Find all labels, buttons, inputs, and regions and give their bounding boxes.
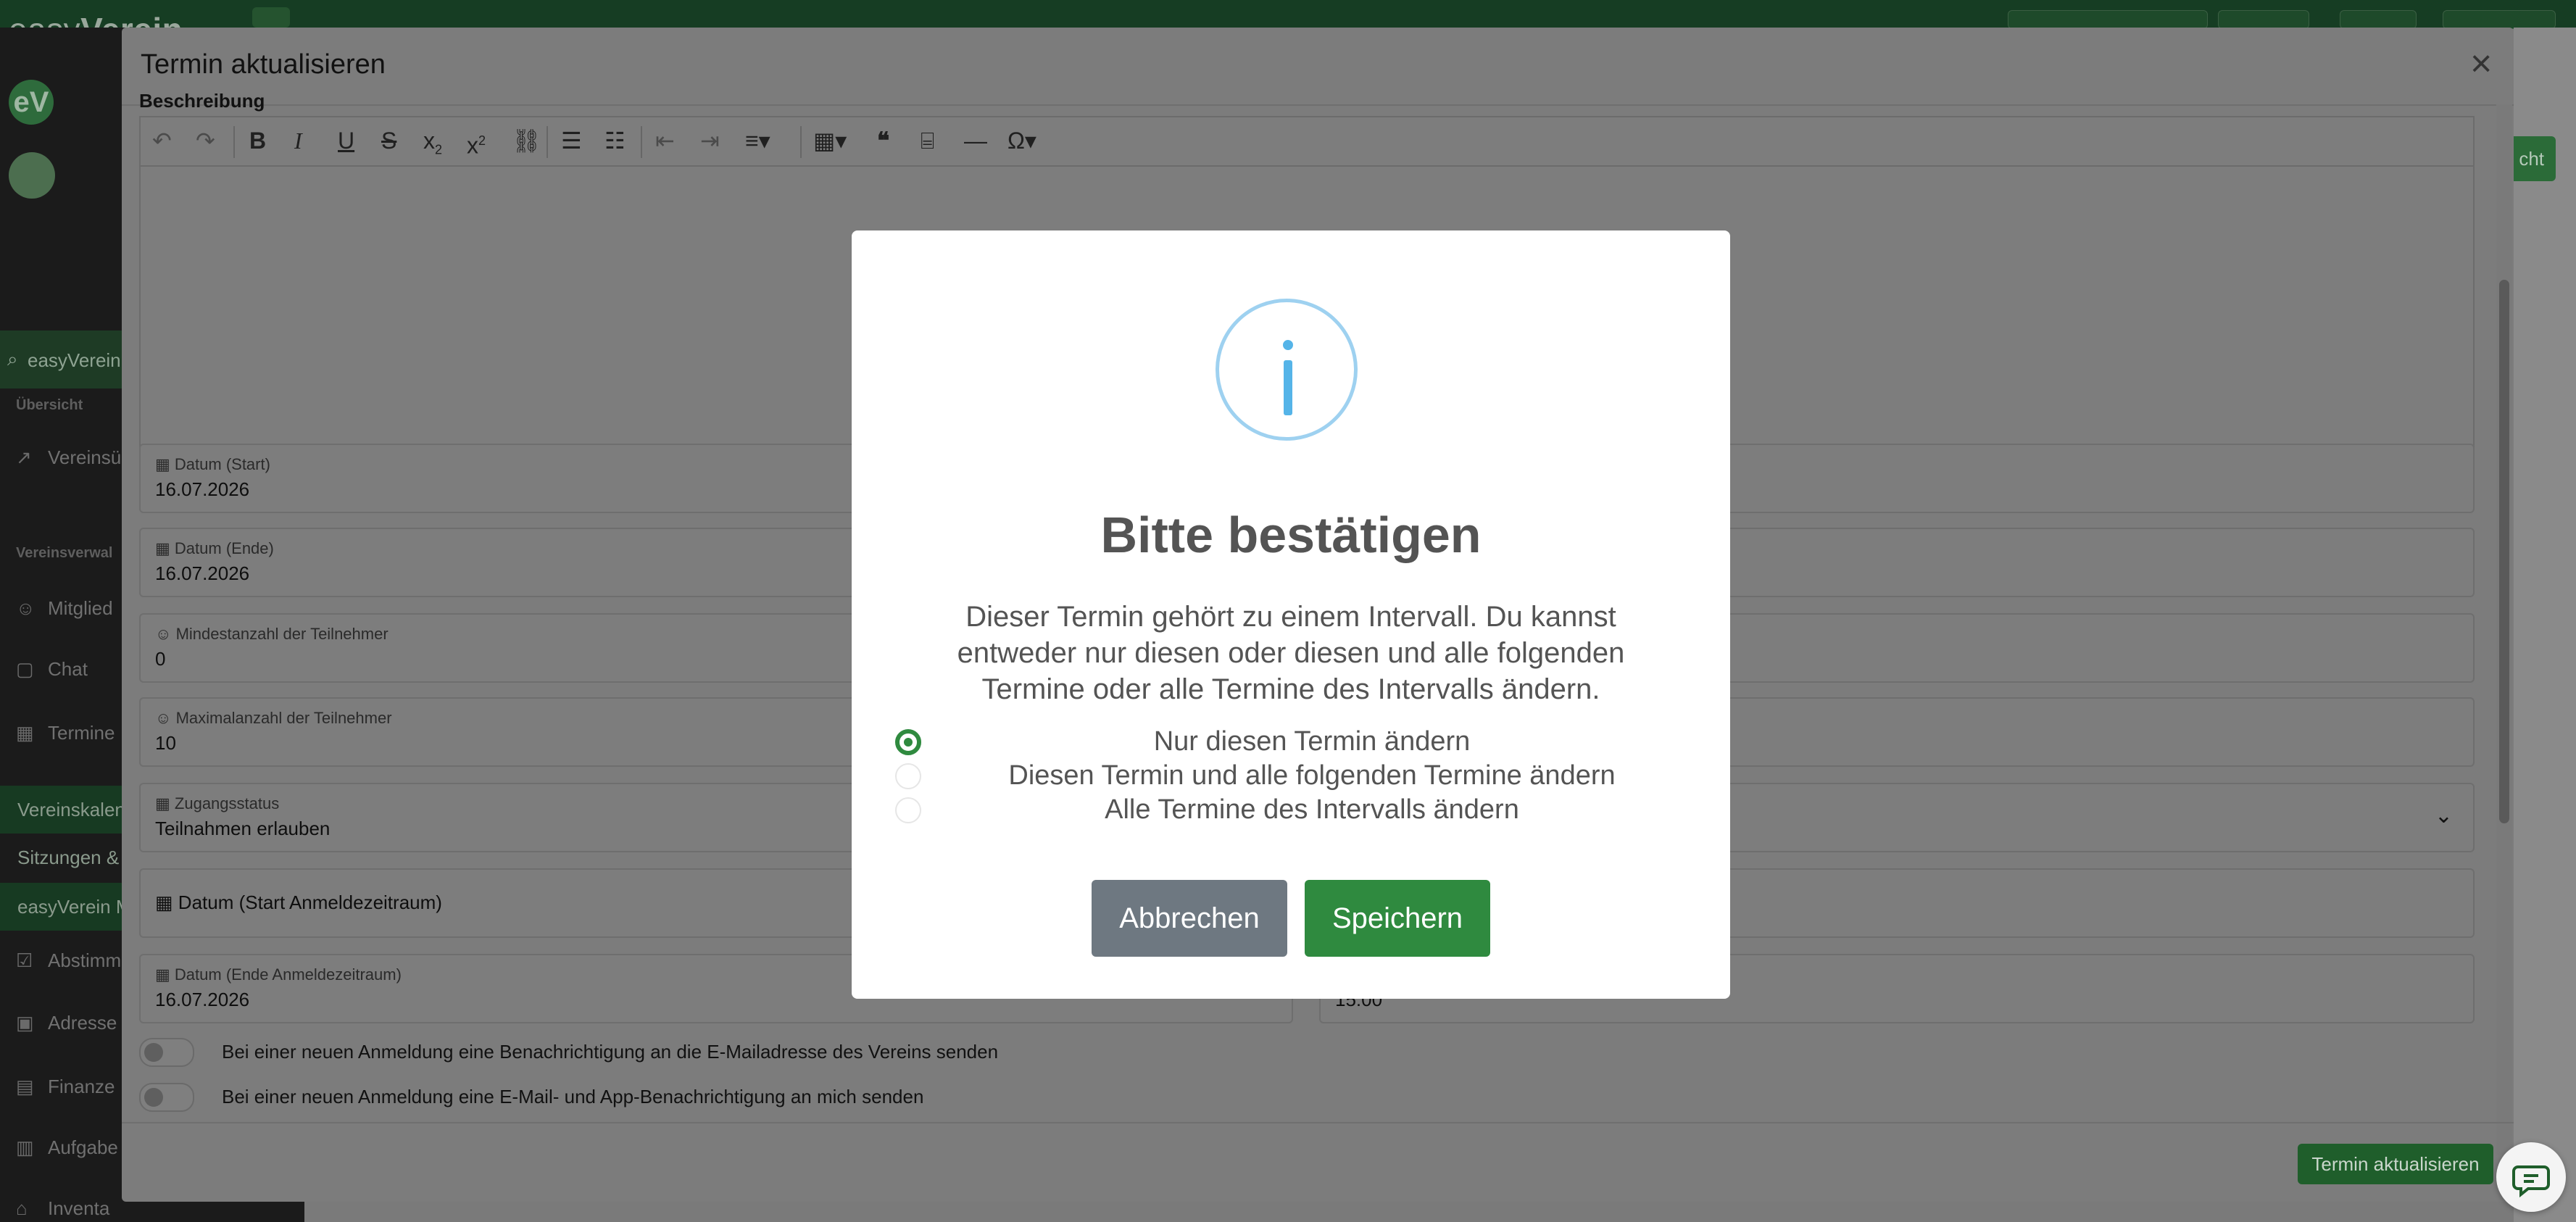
modal-title: Termin aktualisieren (141, 49, 386, 80)
notify-me-label: Bei einer neuen Anmeldung eine E-Mail- u… (222, 1086, 924, 1107)
notify-me-toggle[interactable] (139, 1083, 194, 1112)
option-this-and-following-radio[interactable] (895, 763, 921, 789)
close-icon[interactable]: × (2470, 45, 2492, 83)
option-this-event[interactable]: Nur diesen Termin ändern (895, 725, 1685, 758)
notify-club-email-label: Bei einer neuen Anmeldung eine Benachric… (222, 1041, 999, 1063)
users-icon: ☺ (16, 597, 36, 619)
calendar-icon: ▦ (16, 722, 34, 744)
table-icon[interactable]: ▦▾ (813, 128, 847, 154)
access-status-label: ▦ Zugangsstatus (155, 794, 280, 812)
option-all-events-label: Alle Termine des Intervalls ändern (1105, 794, 1519, 825)
search-icon: ⌕ (7, 348, 18, 370)
chart-icon: ↗ (16, 446, 32, 468)
date-end-label: ▦ Datum (Ende) (155, 539, 274, 557)
money-icon: ▤ (16, 1076, 34, 1097)
calendar-icon: ▦ (155, 794, 175, 812)
description-label: Beschreibung (139, 90, 265, 112)
option-all-events-radio[interactable] (895, 797, 921, 823)
option-all-events[interactable]: Alle Termine des Intervalls ändern (895, 793, 1685, 826)
org-logo: eV (9, 80, 54, 125)
help-button[interactable] (2218, 10, 2309, 29)
option-this-event-label: Nur diesen Termin ändern (1153, 726, 1471, 757)
italic-icon[interactable]: I (294, 128, 302, 154)
top-navbar: easyVerein (0, 0, 2576, 49)
confirm-dialog: Bitte bestätigen Dieser Termin gehört zu… (852, 230, 1730, 999)
confirm-dialog-message: Dieser Termin gehört zu einem Intervall.… (957, 601, 1625, 705)
sidebar-search-text: easyVerein (28, 349, 121, 371)
modal-header: Termin aktualisieren × (122, 28, 2514, 106)
home-icon: ⌂ (16, 1197, 28, 1219)
page-content-right (2514, 28, 2576, 1222)
link-icon[interactable]: ⛓ (512, 128, 541, 154)
option-this-and-following-label: Diesen Termin und alle folgenden Termine… (1008, 760, 1616, 791)
date-start-label: ▦ Datum (Start) (155, 455, 270, 473)
editor-toolbar: ↶ ↷ B I U S x2 x2 ⛓ ☰ ☷ ⇤ ⇥ ≡▾ ▦▾ ❝ ⌸ — … (141, 117, 2473, 167)
bullet-list-icon[interactable]: ☰ (561, 128, 582, 154)
registration-start-label: ▦ Datum (Start Anmeldezeitraum) (155, 891, 442, 913)
menu-toggle-button[interactable] (252, 7, 290, 28)
chat-support-button[interactable] (2496, 1142, 2566, 1212)
topbar-button-3[interactable] (2340, 10, 2417, 29)
redo-icon[interactable]: ↷ (196, 128, 215, 154)
user-icon: ☺ (155, 625, 176, 643)
min-participants-value: 0 (155, 648, 166, 670)
indent-icon[interactable]: ⇥ (700, 128, 720, 154)
avatar (9, 152, 55, 199)
strikethrough-icon[interactable]: S (381, 128, 396, 154)
confirm-dialog-title: Bitte bestätigen (1100, 507, 1482, 563)
chat-icon: ▢ (16, 658, 34, 680)
registration-end-label: ▦ Datum (Ende Anmeldezeitraum) (155, 965, 402, 984)
subscript-icon[interactable]: x2 (423, 128, 442, 162)
numbered-list-icon[interactable]: ☷ (604, 128, 626, 154)
sidebar-section-admin: Vereinsverwal (16, 545, 113, 561)
align-icon[interactable]: ≡▾ (745, 128, 770, 154)
chevron-down-icon: ⌄ (2434, 804, 2453, 828)
sidebar-item-events[interactable]: ▦ Termine (16, 722, 115, 744)
horizontal-line-icon[interactable]: — (964, 128, 987, 154)
blockquote-icon[interactable]: ❝ (877, 128, 889, 154)
modal-footer-divider (122, 1122, 2514, 1123)
sidebar-item-chat[interactable]: ▢ Chat (16, 658, 88, 681)
address-book-icon: ▣ (16, 1012, 34, 1034)
option-this-and-following[interactable]: Diesen Termin und alle folgenden Termine… (895, 759, 1685, 792)
outdent-icon[interactable]: ⇤ (655, 128, 675, 154)
date-start-value: 16.07.2026 (155, 478, 250, 500)
calendar-icon: ▦ (155, 891, 178, 913)
special-chars-icon[interactable]: Ω▾ (1007, 128, 1036, 154)
sidebar-item-addresses[interactable]: ▣ Adresse (16, 1012, 117, 1034)
sidebar-item-members[interactable]: ☺ Mitglied (16, 597, 113, 620)
save-button[interactable]: Speichern (1305, 880, 1490, 957)
superscript-icon[interactable]: x2 (467, 128, 486, 159)
max-participants-label: ☺ Maximalanzahl der Teilnehmer (155, 709, 392, 727)
user-icon: ☺ (155, 709, 176, 727)
max-participants-value: 10 (155, 732, 176, 754)
calendar-icon: ▦ (155, 539, 175, 557)
sidebar-item-inventory[interactable]: ⌂ Inventa (16, 1197, 109, 1220)
sidebar-item-tasks[interactable]: ▥ Aufgabe (16, 1136, 118, 1159)
clipboard-icon: ▥ (16, 1136, 34, 1158)
min-participants-label: ☺ Mindestanzahl der Teilnehmer (155, 625, 389, 643)
sidebar-section-overview: Übersicht (16, 397, 83, 413)
sidebar-item-votes[interactable]: ☑ Abstimm (16, 949, 121, 972)
topbar-button-1[interactable] (2008, 10, 2208, 29)
cancel-button[interactable]: Abbrechen (1092, 880, 1287, 957)
underline-icon[interactable]: U (338, 128, 354, 154)
page-break-icon[interactable]: ⌸ (921, 128, 934, 154)
modal-scrollbar-thumb[interactable] (2499, 280, 2509, 823)
calendar-icon: ▦ (155, 965, 175, 984)
notify-club-email-toggle[interactable] (139, 1038, 194, 1067)
chat-bubble-icon (2512, 1165, 2550, 1198)
option-this-event-radio[interactable] (895, 729, 921, 755)
access-status-value: Teilnahmen erlauben (155, 818, 331, 839)
info-icon (1216, 299, 1358, 441)
profile-button[interactable] (2443, 10, 2556, 29)
calendar-icon: ▦ (155, 455, 175, 473)
sidebar-item-finance[interactable]: ▤ Finanze (16, 1076, 115, 1098)
bold-icon[interactable]: B (249, 128, 266, 154)
undo-icon[interactable]: ↶ (152, 128, 172, 154)
registration-end-value: 16.07.2026 (155, 989, 250, 1010)
update-event-button[interactable]: Termin aktualisieren (2298, 1144, 2493, 1184)
vote-icon: ☑ (16, 949, 33, 971)
date-end-value: 16.07.2026 (155, 562, 250, 584)
